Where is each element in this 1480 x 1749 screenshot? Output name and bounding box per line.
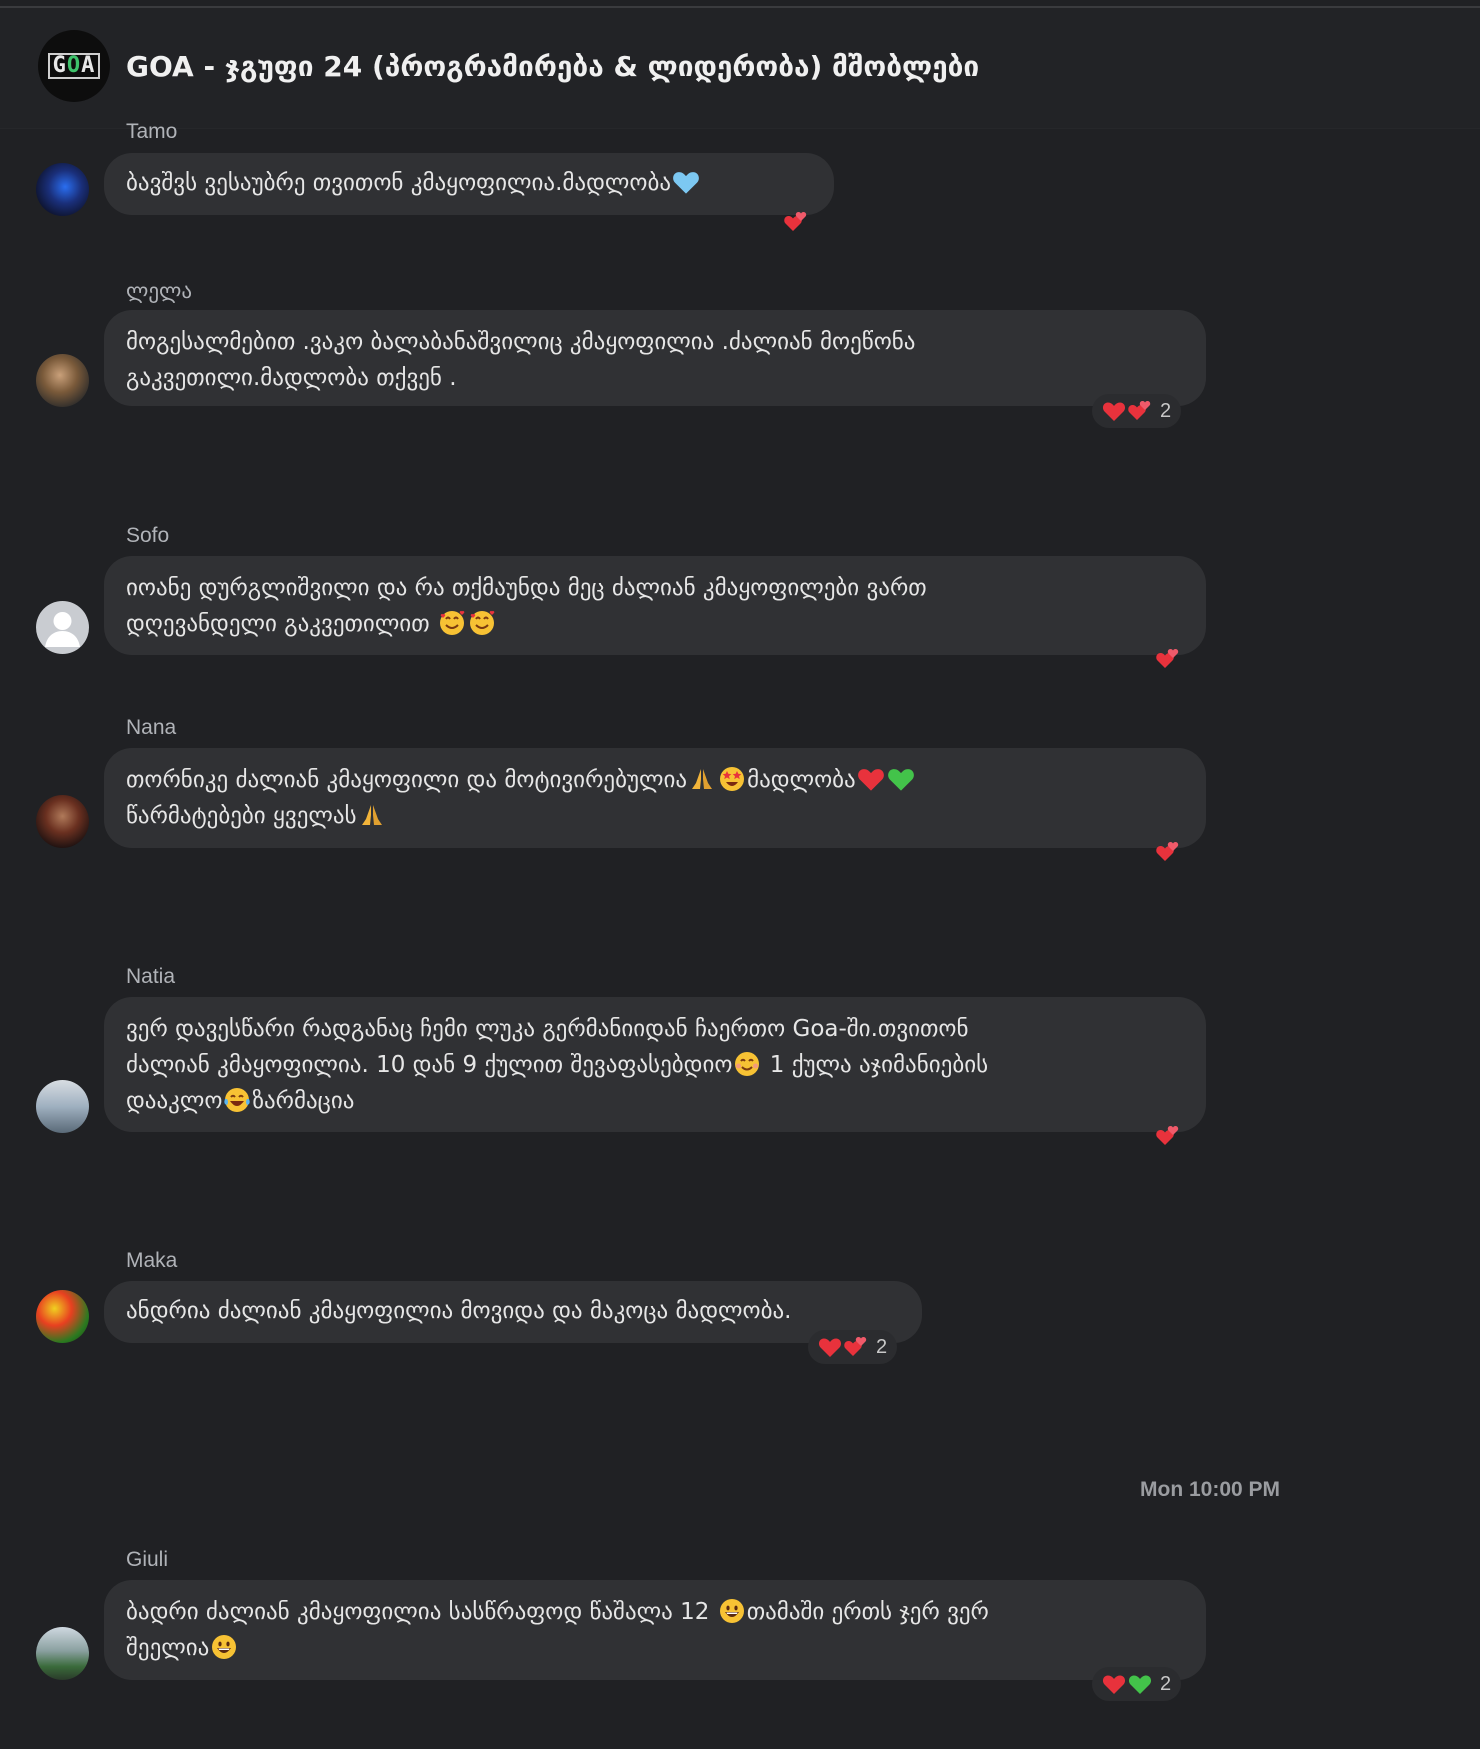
two-hearts-icon: [1156, 648, 1180, 670]
folded-hands-icon: [358, 801, 386, 829]
message-bubble[interactable]: ბავშვს ვესაუბრე თვითონ კმაყოფილია.მადლობ…: [104, 153, 834, 215]
reactions-bar[interactable]: [1152, 835, 1184, 869]
message-text: დააკლო: [126, 1088, 223, 1114]
reactions-bar[interactable]: [1152, 642, 1184, 676]
chat-header: GOA GOA - ჯგუფი 24 (პროგრამირება & ლიდერ…: [0, 8, 1480, 129]
reactions-bar[interactable]: 2: [1092, 394, 1182, 428]
message-text: დღევანდელი გაკვეთილით: [126, 611, 430, 637]
message-bubble[interactable]: მოგესალმებით .ვაკო ბალაბანაშვილიც კმაყოფ…: [104, 310, 1206, 406]
red-heart-icon: [818, 1336, 842, 1358]
avatar[interactable]: [36, 601, 89, 654]
sender-name: Maka: [126, 1249, 178, 1272]
sender-name: Natia: [126, 965, 176, 988]
avatar[interactable]: [36, 354, 89, 407]
reactions-bar[interactable]: 2: [1092, 1667, 1182, 1701]
message-text: მოგესალმებით .ვაკო ბალაბანაშვილიც კმაყოფ…: [126, 329, 916, 355]
message-text: ბადრი ძალიან კმაყოფილია სასწრაფოდ წაშალა…: [126, 1599, 717, 1625]
message-text: ანდრია ძალიან კმაყოფილია მოვიდა და მაკოც…: [126, 1298, 792, 1324]
message-text: თორნიკე ძალიან კმაყოფილი და მოტივირებული…: [126, 767, 688, 793]
message-bubble[interactable]: ვერ დავესწარი რადგანაც ჩემი ლუკა გერმანი…: [104, 997, 1206, 1132]
message-timestamp: Mon 10:00 PM: [1140, 1478, 1281, 1501]
message-text: ძალიან კმაყოფილია. 10 დან 9 ქულით შევაფა…: [126, 1052, 733, 1078]
grinning-face-icon: [718, 1597, 746, 1625]
message-text: ვერ დავესწარი რადგანაც ჩემი ლუკა გერმანი…: [126, 1016, 969, 1042]
message-text: გაკვეთილი.მადლობა თქვენ .: [126, 365, 457, 391]
message-bubble[interactable]: ბადრი ძალიან კმაყოფილია სასწრაფოდ წაშალა…: [104, 1580, 1206, 1680]
message-text: ზარმაცია: [252, 1088, 355, 1114]
green-heart-icon: [1128, 1673, 1152, 1695]
default-user-icon: [45, 612, 80, 647]
reaction-count: 2: [876, 1335, 888, 1358]
message-bubble[interactable]: იოანე დურგლიშვილი და რა თქმაუნდა მეც ძალ…: [104, 556, 1206, 655]
two-hearts-icon: [1128, 400, 1152, 422]
avatar[interactable]: [36, 163, 89, 216]
message-text: მადლობა: [747, 767, 856, 793]
sender-name: ლელა: [126, 280, 193, 303]
two-hearts-icon: [1156, 1125, 1180, 1147]
avatar[interactable]: [36, 1290, 89, 1343]
goa-logo: GOA: [47, 53, 101, 79]
star-struck-icon: [718, 765, 746, 793]
sender-name: Tamo: [126, 120, 178, 143]
message-text: იოანე დურგლიშვილი და რა თქმაუნდა მეც ძალ…: [126, 575, 927, 601]
sender-name: Giuli: [126, 1548, 169, 1571]
chat-title[interactable]: GOA - ჯგუფი 24 (პროგრამირება & ლიდერობა)…: [126, 50, 979, 83]
reaction-count: 2: [1160, 1672, 1172, 1695]
reactions-bar[interactable]: 2: [808, 1330, 898, 1364]
message-text: თამაში ერთს ჯერ ვერ: [746, 1599, 989, 1625]
message-text: ბავშვს ვესაუბრე თვითონ კმაყოფილია.მადლობ…: [126, 170, 672, 196]
smiling-face-with-hearts-icon: [468, 609, 496, 637]
sender-name: Sofo: [126, 524, 170, 547]
message-text: 1 ქულა აჯიმანიების: [762, 1052, 989, 1078]
light-blue-heart-icon: [672, 168, 700, 196]
message-bubble[interactable]: ანდრია ძალიან კმაყოფილია მოვიდა და მაკოც…: [104, 1281, 922, 1343]
red-heart-icon: [1102, 400, 1126, 422]
group-avatar[interactable]: GOA: [38, 30, 110, 102]
message-text: შეელია: [126, 1635, 210, 1661]
message-bubble[interactable]: თორნიკე ძალიან კმაყოფილი და მოტივირებული…: [104, 748, 1206, 848]
two-hearts-icon: [1156, 841, 1180, 863]
reactions-bar[interactable]: [1152, 1119, 1184, 1153]
red-heart-icon: [857, 765, 885, 793]
smiling-face-with-hearts-icon: [438, 609, 466, 637]
green-heart-icon: [887, 765, 915, 793]
sender-name: Nana: [126, 716, 177, 739]
smiling-face-icon: [733, 1050, 761, 1078]
two-hearts-icon: [784, 211, 808, 233]
avatar[interactable]: [36, 1080, 89, 1133]
face-with-tears-of-joy-icon: [223, 1086, 251, 1114]
grinning-face-icon: [210, 1633, 238, 1661]
avatar[interactable]: [36, 1627, 89, 1680]
red-heart-icon: [1102, 1673, 1126, 1695]
avatar[interactable]: [36, 795, 89, 848]
two-hearts-icon: [844, 1336, 868, 1358]
folded-hands-icon: [688, 765, 716, 793]
reactions-bar[interactable]: [780, 205, 812, 239]
message-text: წარმატებები ყველას: [126, 803, 357, 829]
reaction-count: 2: [1160, 399, 1172, 422]
